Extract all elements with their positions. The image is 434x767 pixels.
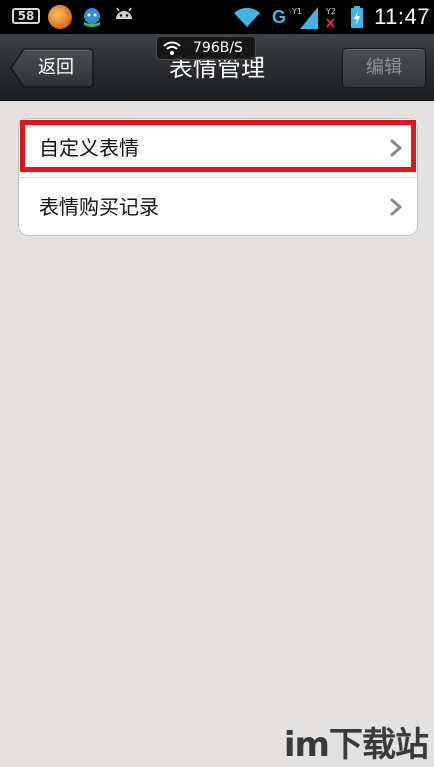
edit-button[interactable]: 编辑 bbox=[342, 48, 426, 88]
net-speed-text: 796B/S bbox=[193, 40, 243, 56]
clock: 11:47 bbox=[374, 4, 430, 29]
chevron-right-icon bbox=[390, 198, 402, 216]
watermark-text: im下载站 bbox=[283, 725, 429, 765]
list-item-purchase-history[interactable]: 表情购买记录 bbox=[19, 177, 417, 236]
settings-list: 自定义表情 表情购买记录 bbox=[18, 118, 418, 236]
chat-app-icon bbox=[84, 8, 100, 27]
net-speed-indicator: 796B/S bbox=[156, 36, 256, 60]
no-signal-icon: Y2 bbox=[325, 7, 336, 28]
svg-text:Y1: Y1 bbox=[291, 7, 302, 16]
battery-charging-icon bbox=[351, 6, 363, 28]
wifi-speed-icon bbox=[163, 41, 181, 55]
list-item-custom-stickers[interactable]: 自定义表情 bbox=[19, 119, 417, 177]
browser-app-icon bbox=[48, 5, 72, 29]
network-type-label: G bbox=[272, 7, 287, 27]
back-button[interactable]: 返回 bbox=[10, 48, 94, 88]
watermark: im下载站 bbox=[272, 721, 432, 767]
status-bar: 58 G Y1 Y2 11:47 bbox=[0, 0, 434, 34]
signal-strength-icon: Y1 bbox=[291, 7, 318, 29]
back-button-label: 返回 bbox=[38, 57, 74, 78]
list-item-label: 自定义表情 bbox=[39, 136, 139, 160]
svg-text:Y2: Y2 bbox=[325, 7, 336, 16]
screen: 58 G Y1 Y2 11:47 返回 表情管理 编辑 796B/S 自定义表情… bbox=[0, 0, 434, 767]
wifi-icon bbox=[234, 7, 260, 27]
list-item-label: 表情购买记录 bbox=[39, 195, 159, 219]
chevron-right-icon bbox=[390, 139, 402, 157]
android-icon bbox=[116, 7, 132, 19]
app-58-icon: 58 bbox=[12, 8, 40, 24]
